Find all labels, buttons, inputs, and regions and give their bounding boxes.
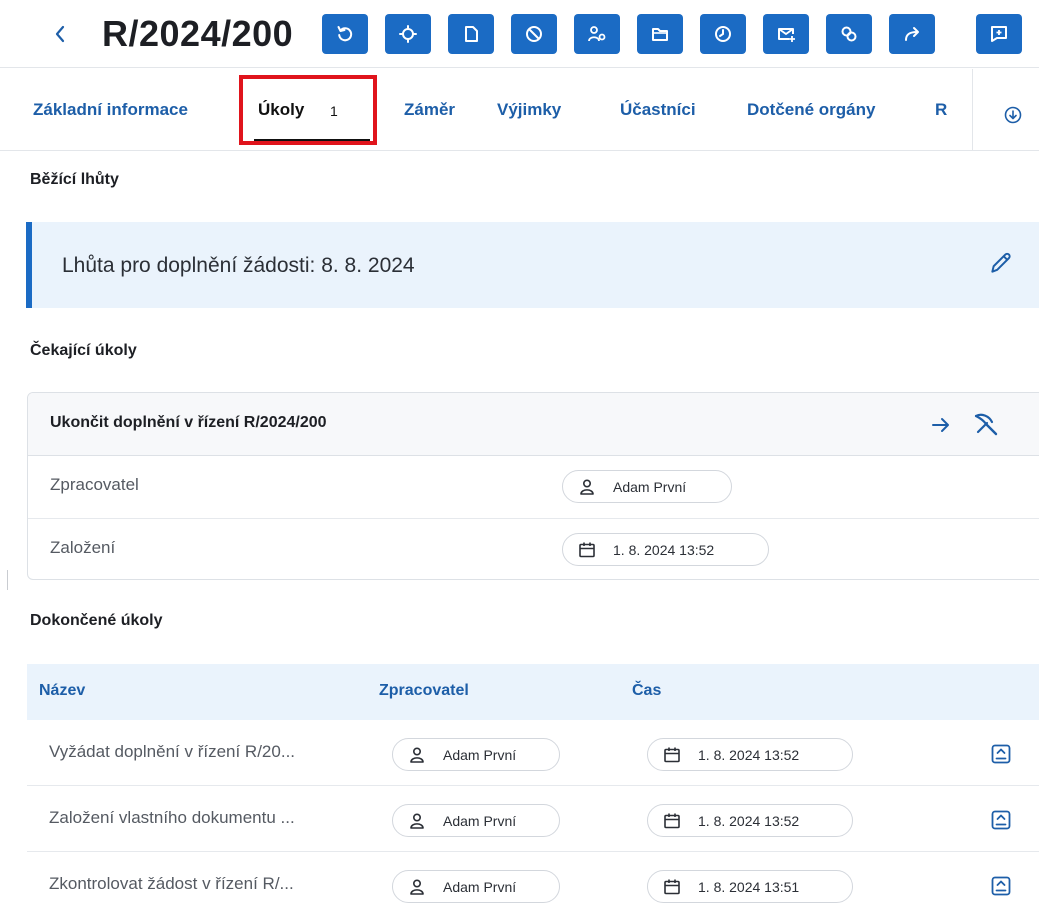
pending-tasks-heading: Čekající úkoly <box>30 342 137 359</box>
tab-exceptions[interactable]: Výjimky <box>497 99 561 121</box>
folder-icon <box>652 28 668 41</box>
calendar-icon <box>664 813 680 828</box>
time-value: 1. 8. 2024 13:51 <box>698 878 800 895</box>
processor-value: Adam První <box>613 478 687 495</box>
calendar-icon <box>664 879 680 894</box>
column-name[interactable]: Název <box>39 682 85 700</box>
edge-divider <box>7 570 8 590</box>
running-deadlines-heading: Běžící lhůty <box>30 171 119 188</box>
tab-intent[interactable]: Záměr <box>404 99 455 121</box>
tab-affected-authorities[interactable]: Dotčené orgány <box>747 99 875 121</box>
task-title: Ukončit doplnění v řízení R/2024/200 <box>50 414 327 431</box>
folder-button[interactable] <box>637 14 683 54</box>
task-name: Založení vlastního dokumentu ... <box>49 808 295 827</box>
comment-add-icon <box>991 26 1007 42</box>
table-row: Založení vlastního dokumentu ... Adam Pr… <box>27 786 1039 852</box>
time-value: 1. 8. 2024 13:52 <box>698 746 800 763</box>
detail-icon[interactable] <box>990 809 1012 831</box>
back-button[interactable] <box>46 19 74 49</box>
comment-add-button[interactable] <box>976 14 1022 54</box>
chevron-left-icon <box>55 25 65 43</box>
time-chip[interactable]: 1. 8. 2024 13:52 <box>647 738 853 771</box>
time-chip[interactable]: 1. 8. 2024 13:51 <box>647 870 853 903</box>
header: R/2024/200 <box>0 0 1039 68</box>
completed-tasks-heading: Dokončené úkoly <box>30 612 163 629</box>
locate-button[interactable] <box>385 14 431 54</box>
created-label: Založení <box>50 538 116 557</box>
participants-button[interactable] <box>574 14 620 54</box>
created-value: 1. 8. 2024 13:52 <box>613 541 715 558</box>
detail-icon[interactable] <box>990 875 1012 897</box>
cancel-button[interactable] <box>511 14 557 54</box>
task-name: Vyžádat doplnění v řízení R/20... <box>49 742 296 761</box>
clock-icon <box>715 26 731 42</box>
processor-chip[interactable]: Adam První <box>392 738 560 771</box>
person-icon <box>410 878 424 895</box>
time-value: 1. 8. 2024 13:52 <box>698 812 800 829</box>
page-title: R/2024/200 <box>102 13 294 54</box>
task-name: Zkontrolovat žádost v řízení R/... <box>49 874 294 893</box>
block-icon <box>526 26 542 42</box>
pencil-icon[interactable] <box>988 250 1014 276</box>
table-row: Zkontrolovat žádost v řízení R/... Adam … <box>27 852 1039 918</box>
calendar-icon <box>664 747 680 762</box>
forward-button[interactable] <box>889 14 935 54</box>
highlight-box <box>239 75 377 145</box>
processor-chip[interactable]: Adam První <box>562 470 732 503</box>
users-icon <box>588 26 606 42</box>
history-button[interactable] <box>700 14 746 54</box>
processor-chip[interactable]: Adam První <box>392 870 560 903</box>
calendar-icon <box>579 542 595 557</box>
more-tabs-icon[interactable] <box>1003 105 1023 125</box>
refresh-button[interactable] <box>322 14 368 54</box>
table-row: Vyžádat doplnění v řízení R/20... Adam P… <box>27 720 1039 786</box>
link-button[interactable] <box>826 14 872 54</box>
document-icon <box>465 26 478 42</box>
tabs-divider <box>972 69 973 151</box>
mail-add-button[interactable] <box>763 14 809 54</box>
pending-task-card: Ukončit doplnění v řízení R/2024/200 Zpr… <box>27 392 1039 580</box>
created-row: Založení 1. 8. 2024 13:52 <box>28 518 1039 579</box>
locate-icon <box>399 25 417 43</box>
time-chip[interactable]: 1. 8. 2024 13:52 <box>647 804 853 837</box>
arrow-right-icon[interactable] <box>929 413 953 437</box>
created-chip[interactable]: 1. 8. 2024 13:52 <box>562 533 769 566</box>
person-icon <box>410 812 424 829</box>
processor-value: Adam První <box>443 812 517 829</box>
processor-row: Zpracovatel Adam První <box>28 456 1039 518</box>
deadline-text: Lhůta pro doplnění žádosti: 8. 8. 2024 <box>62 254 415 277</box>
tab-basic-info[interactable]: Základní informace <box>33 99 188 121</box>
column-time[interactable]: Čas <box>632 682 661 700</box>
processor-value: Adam První <box>443 878 517 895</box>
detail-icon[interactable] <box>990 743 1012 765</box>
refresh-icon <box>337 26 353 42</box>
document-button[interactable] <box>448 14 494 54</box>
mail-add-icon <box>778 28 795 42</box>
processor-chip[interactable]: Adam První <box>392 804 560 837</box>
task-card-header: Ukončit doplnění v řízení R/2024/200 <box>28 393 1039 456</box>
tab-bar: Základní informace Úkoly 1 Záměr Výjimky… <box>0 69 1039 151</box>
tab-truncated[interactable]: R <box>935 99 947 121</box>
column-processor[interactable]: Zpracovatel <box>379 682 469 700</box>
processor-value: Adam První <box>443 746 517 763</box>
link-icon <box>841 26 857 42</box>
forward-icon <box>905 27 919 41</box>
person-icon <box>580 478 594 495</box>
tab-participants[interactable]: Účastníci <box>620 99 696 121</box>
processor-label: Zpracovatel <box>50 475 139 494</box>
deadline-banner: Lhůta pro doplnění žádosti: 8. 8. 2024 <box>26 222 1039 308</box>
person-icon <box>410 746 424 763</box>
table-header: Název Zpracovatel Čas <box>27 664 1039 720</box>
pickaxe-icon[interactable] <box>970 410 1000 438</box>
